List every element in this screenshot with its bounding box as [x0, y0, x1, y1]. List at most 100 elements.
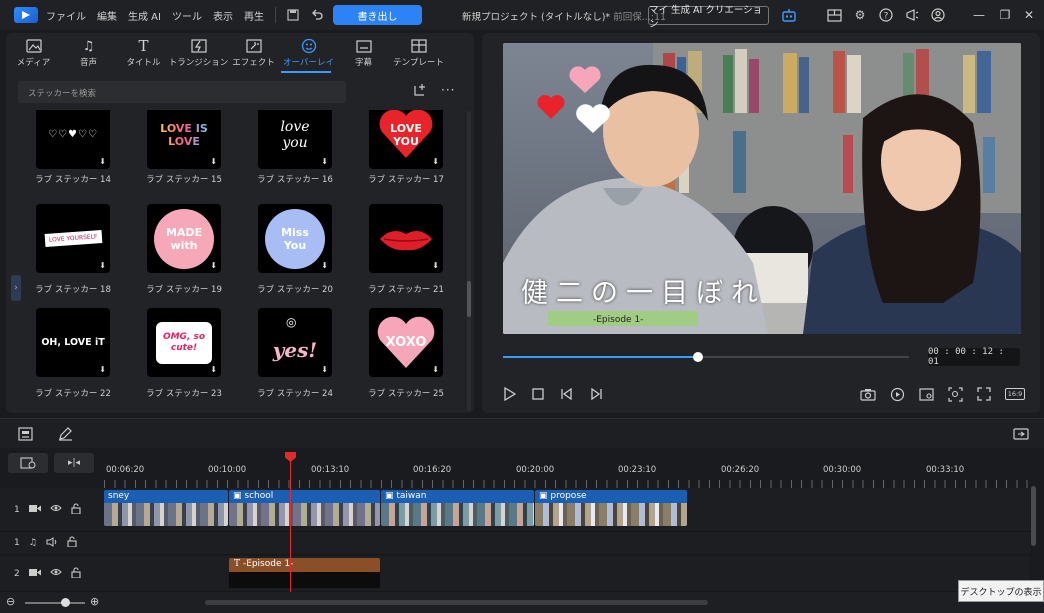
sticker-item[interactable]: XOXO ⬇ ラブ ステッカー 25: [361, 308, 458, 410]
lock-icon[interactable]: [67, 536, 77, 550]
download-icon[interactable]: ⬇: [99, 261, 106, 270]
timeline-clip[interactable]: sney: [104, 490, 228, 526]
tab-overlay[interactable]: オーバーレイ: [281, 33, 336, 73]
tab-title[interactable]: T タイトル: [116, 33, 171, 73]
sticker-thumbnail[interactable]: MADE with ⬇: [147, 204, 221, 273]
zoom-out-icon[interactable]: ⊖: [6, 595, 15, 608]
undo-icon[interactable]: [308, 6, 326, 24]
sticker-item[interactable]: Miss You ⬇ ラブ ステッカー 20: [250, 204, 361, 308]
download-icon[interactable]: ⬇: [99, 365, 106, 374]
sticker-item[interactable]: love you ⬇ ラブ ステッカー 16: [250, 110, 361, 204]
timeline-horizontal-scrollbar[interactable]: [205, 600, 708, 605]
preview-quality-icon[interactable]: [917, 385, 935, 403]
next-frame-icon[interactable]: [587, 385, 605, 403]
download-icon[interactable]: ⬇: [210, 365, 217, 374]
tab-media[interactable]: メディア: [6, 33, 61, 73]
sticker-scrollbar[interactable]: [467, 111, 471, 411]
save-icon[interactable]: [284, 6, 302, 24]
playback-progress-bar[interactable]: [503, 352, 909, 362]
zoom-preview-icon[interactable]: [946, 385, 964, 403]
lock-icon[interactable]: [71, 566, 81, 581]
timeline-clip[interactable]: ▣ propose: [535, 490, 687, 526]
sticker-thumbnail[interactable]: ♡♡♥♡♡ ⬇: [36, 110, 110, 169]
sticker-thumbnail[interactable]: ⬇: [369, 204, 443, 273]
menu-generative-ai[interactable]: 生成 AI: [128, 8, 161, 23]
sticker-thumbnail[interactable]: OH, LOVE iT ⬇: [36, 308, 110, 377]
sticker-thumbnail[interactable]: OMG, so cute! ⬇: [147, 308, 221, 377]
timeline-clip[interactable]: ▣ school: [229, 490, 380, 526]
menu-file[interactable]: ファイル: [46, 8, 86, 23]
tab-audio[interactable]: ♫ 音声: [61, 33, 116, 73]
download-icon[interactable]: ⬇: [210, 261, 217, 270]
gear-icon[interactable]: ⚙: [851, 6, 869, 24]
preview-title-text[interactable]: 健二の一目ぼれ: [521, 271, 766, 310]
timeline-vertical-scrollbar[interactable]: [1031, 486, 1036, 546]
progress-knob[interactable]: [692, 352, 703, 362]
export-button[interactable]: 書き出し: [333, 5, 422, 25]
sticker-item[interactable]: OH, LOVE iT ⬇ ラブ ステッカー 22: [28, 308, 139, 410]
tab-transition[interactable]: トランジション: [169, 33, 228, 73]
sticker-item[interactable]: ♡♡♥♡♡ ⬇ ラブ ステッカー 14: [28, 110, 139, 204]
sticker-thumbnail[interactable]: yes! ◎ ⬇: [258, 308, 332, 377]
timeline-clip[interactable]: ▣ taiwan: [381, 490, 534, 526]
sticker-item[interactable]: ⬇ ラブ ステッカー 21: [361, 204, 458, 308]
zoom-slider[interactable]: [25, 602, 85, 604]
track-manager-icon[interactable]: [16, 426, 34, 442]
scroll-thumb[interactable]: [467, 281, 471, 317]
sticker-thumbnail[interactable]: LOVE IS LOVE ⬇: [147, 110, 221, 169]
menu-view[interactable]: 表示: [213, 8, 233, 23]
zoom-in-icon[interactable]: ⊕: [90, 595, 99, 608]
close-icon[interactable]: ✕: [1020, 6, 1038, 24]
sticker-thumbnail[interactable]: Miss You ⬇: [258, 204, 332, 273]
download-icon[interactable]: ⬇: [321, 157, 328, 166]
speaker-icon[interactable]: [46, 536, 58, 550]
edit-pen-icon[interactable]: [56, 426, 74, 442]
layout-icon[interactable]: [825, 6, 843, 24]
playhead-line[interactable]: [290, 452, 291, 592]
expand-panel-arrow-icon[interactable]: ›: [11, 275, 21, 301]
snapshot-camera-icon[interactable]: [859, 385, 877, 403]
fit-timeline-button[interactable]: ▸|◂: [54, 453, 94, 473]
video-preview[interactable]: 健二の一目ぼれ -Episode 1-: [503, 43, 1021, 334]
sticker-item[interactable]: LOVE IS LOVE ⬇ ラブ ステッカー 15: [139, 110, 250, 204]
aspect-ratio-icon[interactable]: 16:9: [1004, 385, 1026, 403]
menu-playback[interactable]: 再生: [244, 8, 264, 23]
menu-edit[interactable]: 編集: [97, 8, 117, 23]
sticker-item[interactable]: yes! ◎ ⬇ ラブ ステッカー 24: [250, 308, 361, 410]
preview-episode-text[interactable]: -Episode 1-: [593, 315, 643, 325]
tab-template[interactable]: テンプレート: [391, 33, 446, 73]
download-icon[interactable]: ⬇: [432, 365, 439, 374]
tab-subtitle[interactable]: 字幕: [336, 33, 391, 73]
play-range-icon[interactable]: [888, 385, 906, 403]
tab-effect[interactable]: エフェクト: [226, 33, 281, 73]
sticker-item[interactable]: LOVE YOU ⬇ ラブ ステッカー 17: [361, 110, 458, 204]
sticker-thumbnail[interactable]: LOVE YOURSELF ⬇: [36, 204, 110, 273]
help-icon[interactable]: ?: [877, 6, 895, 24]
render-settings-icon[interactable]: [1012, 426, 1030, 442]
fullscreen-icon[interactable]: [975, 385, 993, 403]
download-icon[interactable]: ⬇: [432, 157, 439, 166]
ai-creation-button[interactable]: マイ 生成 AI クリエーション: [648, 5, 769, 30]
add-track-button[interactable]: [8, 453, 48, 473]
visibility-eye-icon[interactable]: [50, 568, 62, 579]
minimize-icon[interactable]: —: [970, 6, 988, 24]
download-icon[interactable]: ⬇: [99, 157, 106, 166]
stop-icon[interactable]: [529, 385, 547, 403]
sticker-item[interactable]: LOVE YOURSELF ⬇ ラブ ステッカー 18: [28, 204, 139, 308]
sticker-item[interactable]: OMG, so cute! ⬇ ラブ ステッカー 23: [139, 308, 250, 410]
sticker-search-input[interactable]: ステッカーを検索: [18, 81, 346, 103]
download-icon[interactable]: ⬇: [321, 365, 328, 374]
sticker-thumbnail[interactable]: love you ⬇: [258, 110, 332, 169]
download-icon[interactable]: ⬇: [432, 261, 439, 270]
zoom-slider-knob[interactable]: [61, 598, 70, 607]
download-icon[interactable]: ⬇: [321, 261, 328, 270]
account-icon[interactable]: [929, 6, 947, 24]
more-options-icon[interactable]: ···: [441, 83, 455, 99]
visibility-eye-icon[interactable]: [50, 504, 62, 515]
sticker-thumbnail[interactable]: XOXO ⬇: [369, 308, 443, 377]
announcement-icon[interactable]: [903, 6, 921, 24]
title-clip[interactable]: T -Episode 1-: [229, 558, 380, 588]
previous-frame-icon[interactable]: [558, 385, 576, 403]
restore-icon[interactable]: ❐: [996, 6, 1014, 24]
sticker-item[interactable]: MADE with ⬇ ラブ ステッカー 19: [139, 204, 250, 308]
